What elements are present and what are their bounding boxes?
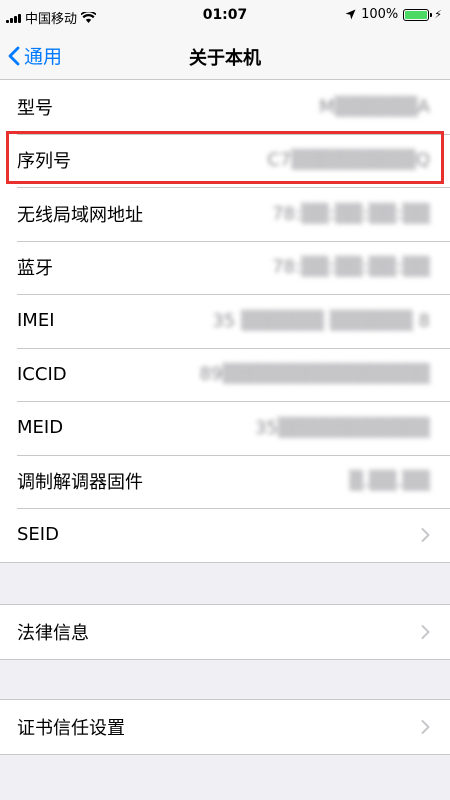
info-row-label: 调制解调器固件 (17, 472, 143, 494)
certificate-trust-row[interactable]: 证书信任设置 (0, 700, 450, 754)
info-row-serial-number[interactable]: 序列号 C7▒▒▒▒▒▒▒▒▒Q (0, 133, 450, 188)
info-row-label: 无线局域网地址 (17, 204, 143, 226)
info-row-value[interactable]: 35▒▒▒▒▒▒▒▒▒▒▒ (255, 417, 430, 438)
charging-icon: ⚡ (434, 8, 442, 21)
chevron-right-icon (421, 719, 430, 734)
info-row-label: SEID (17, 524, 59, 546)
certificate-trust-label: 证书信任设置 (17, 717, 125, 739)
legal-info-label: 法律信息 (17, 622, 89, 644)
info-row-seid[interactable]: SEID (0, 508, 450, 562)
info-row-label: ICCID (17, 363, 67, 385)
info-row-value[interactable]: C7▒▒▒▒▒▒▒▒▒Q (267, 150, 430, 171)
battery-icon (403, 8, 433, 21)
info-row-wifi-address[interactable]: 无线局域网地址 78:▒▒:▒▒:▒▒:▒▒ (0, 187, 450, 241)
info-row-label: IMEI (17, 310, 55, 332)
info-row-value[interactable]: 78:▒▒:▒▒:▒▒:▒▒ (272, 203, 430, 224)
status-bar: 中国移动 01:07 100% ⚡ (0, 0, 450, 30)
battery-percent: 100% (361, 7, 399, 22)
info-row-modem-firmware[interactable]: 调制解调器固件 ▒.▒▒.▒▒ (0, 454, 450, 509)
info-row-label: 序列号 (17, 151, 71, 173)
page-title: 关于本机 (189, 48, 261, 69)
certificate-group: 证书信任设置 (0, 699, 450, 755)
chevron-right-icon (421, 527, 430, 542)
info-row-iccid[interactable]: ICCID 89▒▒▒▒▒▒▒▒▒▒▒▒▒▒▒ (0, 347, 450, 402)
info-row-value[interactable]: ▒.▒▒.▒▒ (349, 471, 430, 492)
info-row-value[interactable]: M▒▒▒▒▒▒A (319, 96, 430, 117)
info-row-imei[interactable]: IMEI 35 ▒▒▒▒▒▒ ▒▒▒▒▒▒ 8 (0, 294, 450, 348)
chevron-right-icon (421, 624, 430, 639)
info-row-value[interactable]: 78:▒▒:▒▒:▒▒:▒▒ (272, 257, 430, 278)
location-arrow-icon (345, 9, 356, 20)
info-row-bluetooth[interactable]: 蓝牙 78:▒▒:▒▒:▒▒:▒▒ (0, 240, 450, 295)
info-row-label: 蓝牙 (17, 258, 53, 280)
status-right: 100% ⚡ (345, 7, 442, 22)
info-row-model[interactable]: 型号 M▒▒▒▒▒▒A (0, 80, 450, 134)
info-row-meid[interactable]: MEID 35▒▒▒▒▒▒▒▒▒▒▒ (0, 401, 450, 455)
info-row-value[interactable]: 89▒▒▒▒▒▒▒▒▒▒▒▒▒▒▒ (199, 364, 430, 385)
navigation-bar: 通用 关于本机 (0, 30, 450, 82)
legal-info-row[interactable]: 法律信息 (0, 605, 450, 659)
about-info-list: 型号 M▒▒▒▒▒▒A 序列号 C7▒▒▒▒▒▒▒▒▒Q 无线局域网地址 78:… (0, 79, 450, 563)
info-row-label: MEID (17, 417, 64, 439)
info-row-value[interactable]: 35 ▒▒▒▒▒▒ ▒▒▒▒▒▒ 8 (212, 310, 430, 331)
info-row-label: 型号 (17, 97, 53, 119)
legal-group: 法律信息 (0, 604, 450, 660)
